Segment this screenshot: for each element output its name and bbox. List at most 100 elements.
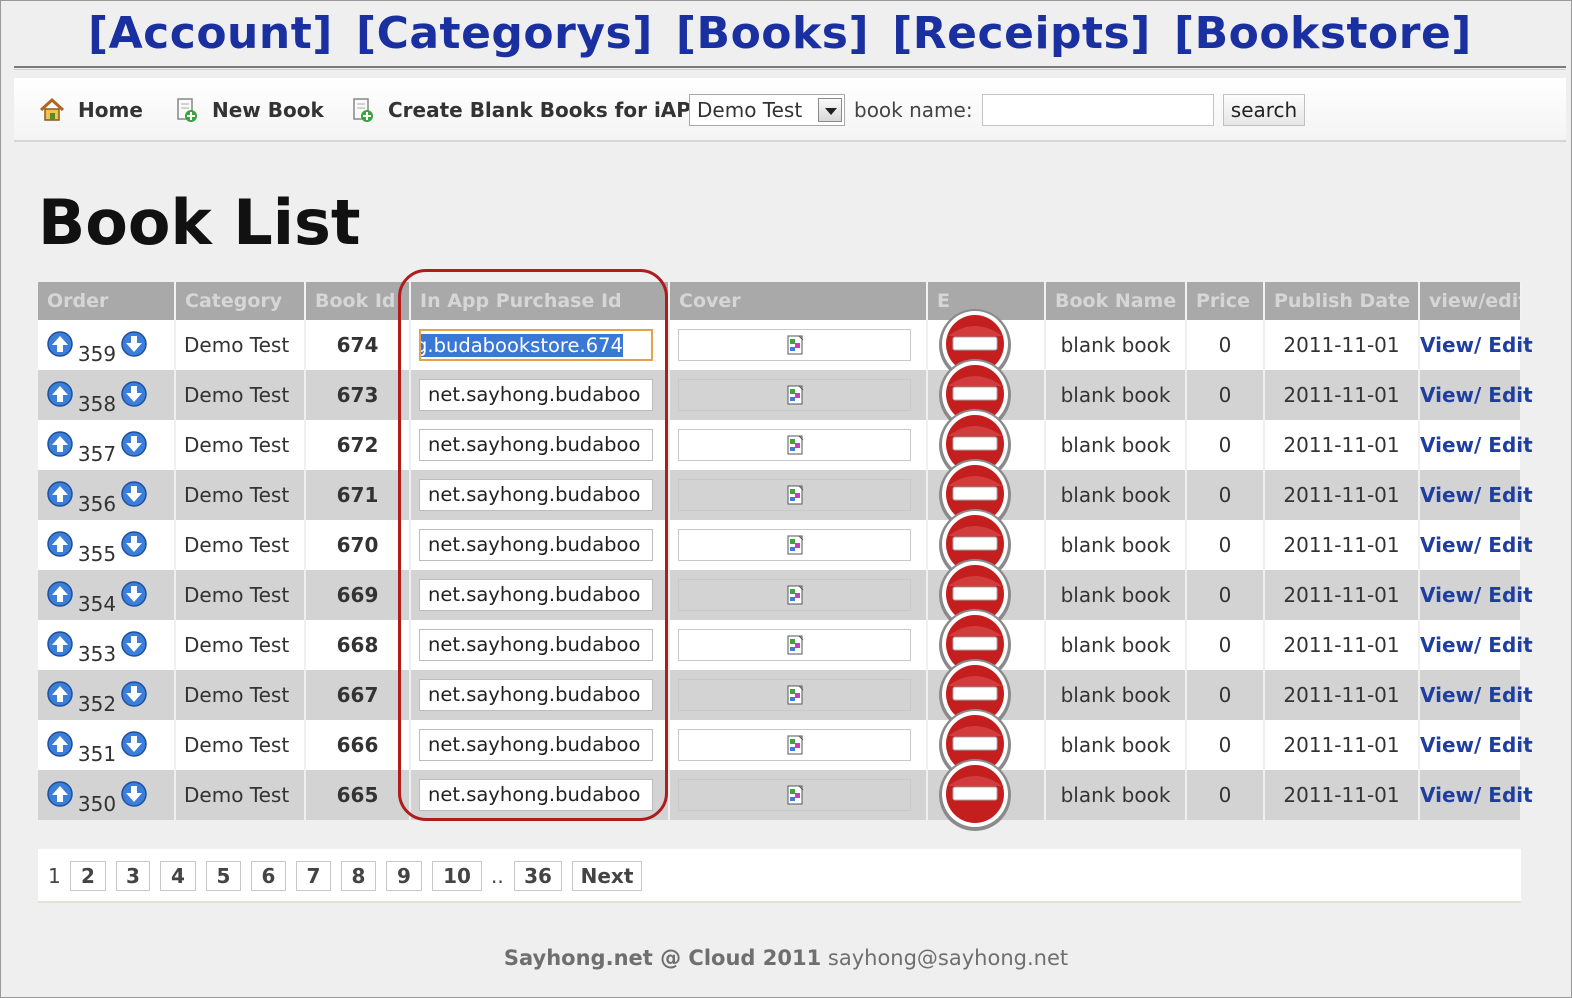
col-cover[interactable]: Cover bbox=[669, 282, 928, 320]
order-cell: 353 bbox=[38, 620, 176, 670]
col-order[interactable]: Order bbox=[38, 282, 176, 320]
category-select[interactable]: Demo Test bbox=[689, 94, 845, 126]
page-link[interactable]: 3 bbox=[116, 861, 150, 891]
view-link[interactable]: View/ bbox=[1420, 383, 1481, 407]
next-page-button[interactable]: Next bbox=[572, 861, 642, 891]
order-cell: 358 bbox=[38, 370, 176, 420]
delete-icon[interactable] bbox=[936, 756, 1014, 834]
edit-link[interactable]: Edit bbox=[1488, 533, 1532, 557]
arrow-up-icon[interactable] bbox=[46, 730, 74, 758]
search-button[interactable]: search bbox=[1223, 94, 1305, 126]
create-blank-books-link[interactable]: Create Blank Books for iAP bbox=[348, 78, 691, 142]
cover-upload-field[interactable] bbox=[678, 579, 911, 611]
page-link-last[interactable]: 36 bbox=[514, 861, 562, 891]
edit-link[interactable]: Edit bbox=[1488, 733, 1532, 757]
page-link[interactable]: 8 bbox=[341, 861, 376, 891]
edit-link[interactable]: Edit bbox=[1488, 783, 1532, 807]
book-id-link[interactable]: 668 bbox=[305, 620, 411, 670]
arrow-down-icon[interactable] bbox=[120, 480, 148, 508]
col-book-id[interactable]: Book Id bbox=[305, 282, 411, 320]
arrow-down-icon[interactable] bbox=[120, 380, 148, 408]
page-link[interactable]: 2 bbox=[70, 861, 106, 891]
arrow-up-icon[interactable] bbox=[46, 630, 74, 658]
arrow-up-icon[interactable] bbox=[46, 680, 74, 708]
col-price[interactable]: Price bbox=[1186, 282, 1265, 320]
arrow-down-icon[interactable] bbox=[120, 630, 148, 658]
arrow-down-icon[interactable] bbox=[120, 780, 148, 808]
book-id-link[interactable]: 670 bbox=[305, 520, 411, 570]
arrow-down-icon[interactable] bbox=[120, 330, 148, 358]
book-id-link[interactable]: 665 bbox=[305, 770, 411, 820]
edit-link[interactable]: Edit bbox=[1488, 483, 1532, 507]
cover-cell bbox=[669, 620, 928, 670]
view-link[interactable]: View/ bbox=[1420, 483, 1481, 507]
page-link[interactable]: 6 bbox=[251, 861, 286, 891]
cover-upload-field[interactable] bbox=[678, 679, 911, 711]
cover-upload-field[interactable] bbox=[678, 379, 911, 411]
view-edit-cell: View/ Edit bbox=[1419, 420, 1533, 470]
nav-bookstore[interactable]: [Bookstore] bbox=[1174, 8, 1472, 59]
arrow-down-icon[interactable] bbox=[120, 730, 148, 758]
arrow-down-icon[interactable] bbox=[120, 680, 148, 708]
view-link[interactable]: View/ bbox=[1420, 783, 1481, 807]
footer-email[interactable]: sayhong@sayhong.net bbox=[828, 946, 1068, 970]
edit-link[interactable]: Edit bbox=[1488, 433, 1532, 457]
cover-upload-field[interactable] bbox=[678, 479, 911, 511]
book-id-link[interactable]: 672 bbox=[305, 420, 411, 470]
edit-link[interactable]: Edit bbox=[1488, 583, 1532, 607]
view-link[interactable]: View/ bbox=[1420, 583, 1481, 607]
edit-link[interactable]: Edit bbox=[1488, 333, 1532, 357]
order-number: 359 bbox=[77, 341, 117, 366]
chevron-down-icon[interactable] bbox=[818, 98, 842, 122]
nav-books[interactable]: [Books] bbox=[676, 8, 869, 59]
category-cell: Demo Test bbox=[175, 670, 306, 720]
edit-link[interactable]: Edit bbox=[1488, 633, 1532, 657]
col-category[interactable]: Category bbox=[175, 282, 306, 320]
nav-account[interactable]: [Account] bbox=[88, 8, 333, 59]
col-publish-date[interactable]: Publish Date bbox=[1264, 282, 1420, 320]
page-link[interactable]: 9 bbox=[386, 861, 422, 891]
page-link[interactable]: 10 bbox=[432, 861, 482, 891]
book-id-link[interactable]: 673 bbox=[305, 370, 411, 420]
cover-upload-field[interactable] bbox=[678, 629, 911, 661]
arrow-up-icon[interactable] bbox=[46, 780, 74, 808]
view-link[interactable]: View/ bbox=[1420, 733, 1481, 757]
arrow-up-icon[interactable] bbox=[46, 580, 74, 608]
cover-upload-field[interactable] bbox=[678, 329, 911, 361]
cover-upload-field[interactable] bbox=[678, 779, 911, 811]
col-book-name[interactable]: Book Name bbox=[1045, 282, 1187, 320]
arrow-down-icon[interactable] bbox=[120, 530, 148, 558]
view-link[interactable]: View/ bbox=[1420, 633, 1481, 657]
nav-categorys[interactable]: [Categorys] bbox=[356, 8, 653, 59]
edit-link[interactable]: Edit bbox=[1488, 683, 1532, 707]
page-link[interactable]: 5 bbox=[206, 861, 241, 891]
nav-receipts[interactable]: [Receipts] bbox=[892, 8, 1151, 59]
arrow-down-icon[interactable] bbox=[120, 580, 148, 608]
page-link[interactable]: 4 bbox=[160, 861, 196, 891]
book-id-link[interactable]: 667 bbox=[305, 670, 411, 720]
cover-upload-field[interactable] bbox=[678, 729, 911, 761]
arrow-up-icon[interactable] bbox=[46, 330, 74, 358]
book-id-link[interactable]: 669 bbox=[305, 570, 411, 620]
cover-upload-field[interactable] bbox=[678, 529, 911, 561]
arrow-up-icon[interactable] bbox=[46, 530, 74, 558]
page-link[interactable]: 7 bbox=[296, 861, 331, 891]
book-name-input[interactable] bbox=[982, 94, 1214, 126]
view-link[interactable]: View/ bbox=[1420, 683, 1481, 707]
broken-image-icon bbox=[787, 635, 804, 655]
arrow-up-icon[interactable] bbox=[46, 380, 74, 408]
arrow-up-icon[interactable] bbox=[46, 480, 74, 508]
view-link[interactable]: View/ bbox=[1420, 433, 1481, 457]
arrow-down-icon[interactable] bbox=[120, 430, 148, 458]
book-id-link[interactable]: 671 bbox=[305, 470, 411, 520]
book-id-link[interactable]: 674 bbox=[305, 320, 411, 370]
home-link[interactable]: Home bbox=[38, 78, 143, 142]
edit-link[interactable]: Edit bbox=[1488, 383, 1532, 407]
cover-upload-field[interactable] bbox=[678, 429, 911, 461]
new-book-link[interactable]: New Book bbox=[172, 78, 324, 142]
view-link[interactable]: View/ bbox=[1420, 533, 1481, 557]
arrow-up-icon[interactable] bbox=[46, 430, 74, 458]
book-id-link[interactable]: 666 bbox=[305, 720, 411, 770]
publish-date-cell: 2011-11-01 bbox=[1264, 370, 1420, 420]
view-link[interactable]: View/ bbox=[1420, 333, 1481, 357]
